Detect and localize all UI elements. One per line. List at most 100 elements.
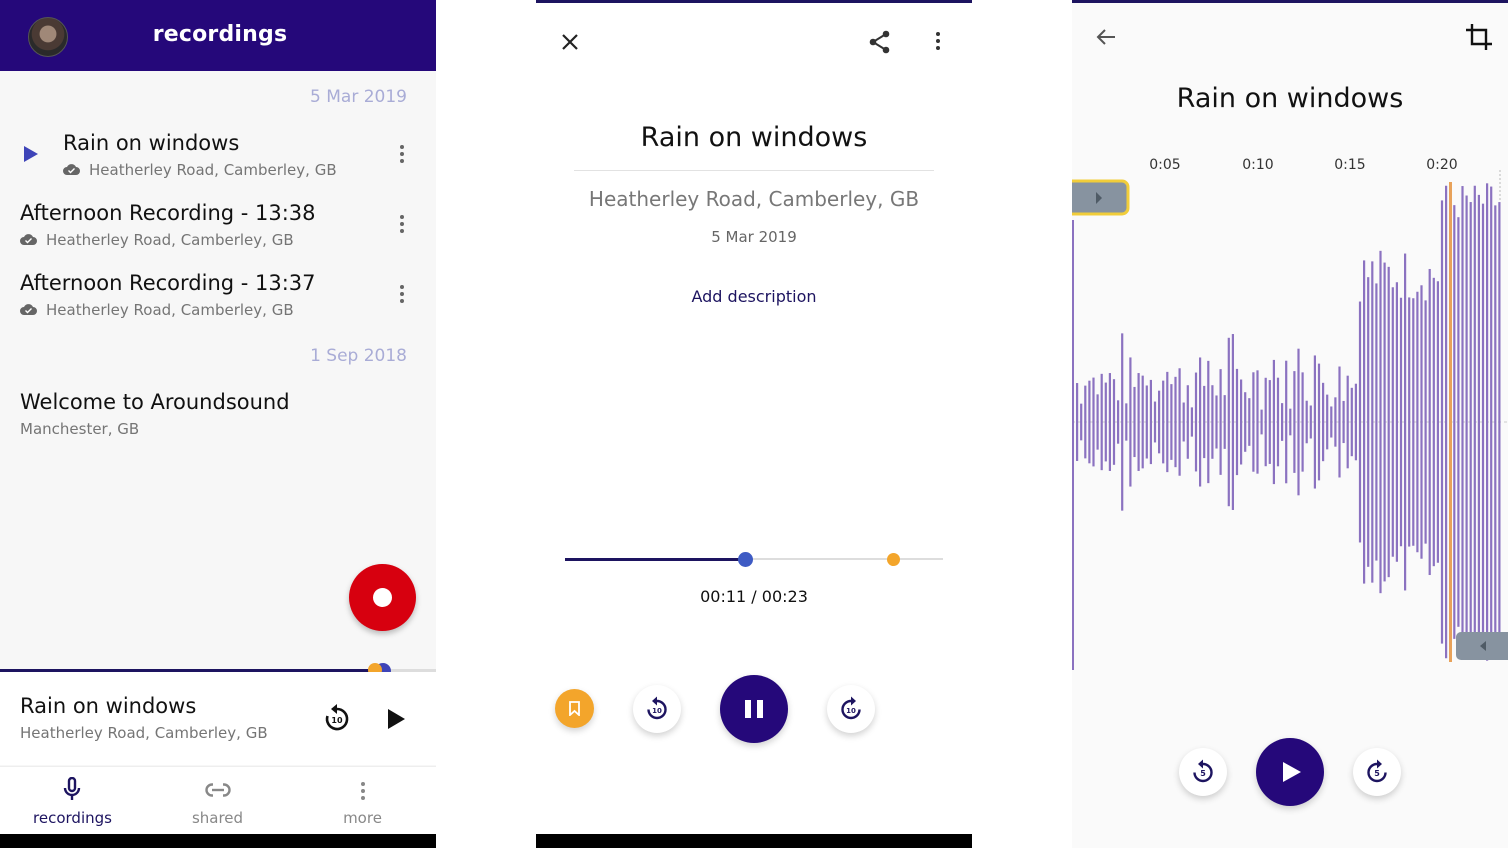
recording-date: 5 Mar 2019	[711, 228, 797, 246]
close-icon[interactable]	[561, 33, 579, 51]
waveform-bar	[1498, 202, 1501, 642]
waveform-bar	[1322, 382, 1325, 462]
waveform-bar	[1145, 385, 1148, 459]
add-description-link[interactable]: Add description	[536, 287, 972, 306]
waveform-bar	[1379, 250, 1382, 594]
back-arrow-icon[interactable]	[1096, 28, 1116, 46]
nav-shared[interactable]: shared	[145, 767, 290, 835]
more-vert-icon[interactable]	[399, 145, 405, 165]
rewind-button[interactable]: 10	[633, 685, 681, 733]
waveform-bar	[1313, 355, 1316, 489]
waveform[interactable]	[1072, 170, 1508, 670]
waveform-bar	[1317, 363, 1321, 481]
waveform-bar	[1293, 371, 1296, 473]
forward-button[interactable]: 10	[827, 685, 875, 733]
replay-10-icon: 10	[647, 696, 667, 720]
waveform-bar	[1404, 253, 1407, 591]
waveform-bar	[1203, 385, 1206, 459]
waveform-bar	[1469, 202, 1472, 642]
waveform-bar	[1256, 370, 1259, 474]
nav-recordings[interactable]: recordings	[0, 767, 145, 835]
recording-location: Heatherley Road, Camberley, GB	[46, 231, 294, 249]
waveform-bar	[1092, 377, 1095, 467]
seek-knob[interactable]	[738, 552, 754, 567]
waveform-bar	[1305, 400, 1308, 444]
waveform-bar	[1235, 368, 1239, 476]
record-icon	[373, 588, 392, 607]
waveform-bar	[1473, 185, 1476, 659]
waveform-bar	[1354, 383, 1357, 461]
waveform-bar	[1223, 395, 1226, 449]
bookmark-button[interactable]	[555, 689, 594, 728]
waveform-bar	[1186, 385, 1189, 459]
waveform-bar	[1227, 337, 1230, 507]
nav-more[interactable]: more	[290, 767, 435, 835]
waveform-bar	[1367, 277, 1370, 567]
waveform-bar	[1334, 397, 1337, 447]
waveform-bar	[1104, 382, 1107, 462]
recording-title: Rain on windows	[1176, 83, 1404, 114]
app-bar-title: recordings	[152, 22, 288, 47]
waveform-bar	[1158, 390, 1161, 454]
bookmark-marker[interactable]	[887, 553, 901, 566]
waveform-bar	[1174, 376, 1177, 468]
waveform-bar	[1207, 360, 1210, 484]
nav-label: shared	[191, 809, 244, 827]
nav-label: more	[343, 809, 382, 827]
waveform-bar	[1297, 348, 1300, 496]
waveform-bar	[1350, 387, 1353, 457]
trim-screen: Rain on windows 0:05 0:10 0:15 0:20 5 5	[1072, 0, 1508, 848]
waveform-bar	[1121, 333, 1124, 511]
recording-title: Afternoon Recording - 13:38	[20, 201, 316, 225]
mic-icon	[63, 777, 81, 800]
recording-title: Rain on windows	[640, 122, 868, 153]
system-nav-bar	[0, 834, 436, 848]
waveform-bar	[1276, 377, 1280, 467]
waveform-bar	[1178, 368, 1181, 476]
waveform-bar	[1129, 357, 1132, 487]
date-header: 5 Mar 2019	[310, 87, 407, 107]
waveform-bar	[1399, 297, 1403, 547]
waveform-bar	[1166, 371, 1169, 473]
replay-10-icon[interactable]: 10	[323, 702, 351, 732]
waveform-bar	[1494, 205, 1497, 639]
mini-player[interactable]: Rain on windows Heatherley Road, Camberl…	[0, 672, 436, 765]
forward-5-button[interactable]: 5	[1353, 748, 1401, 796]
waveform-bar	[1240, 379, 1243, 465]
waveform-bar	[1182, 402, 1185, 442]
record-button[interactable]	[349, 564, 416, 631]
pause-button[interactable]	[720, 675, 788, 743]
more-vert-icon[interactable]	[935, 32, 941, 52]
waveform-bar	[1375, 283, 1378, 561]
play-button[interactable]	[1256, 738, 1324, 806]
date-header: 1 Sep 2018	[310, 346, 407, 366]
share-icon[interactable]	[868, 30, 892, 54]
more-vert-icon[interactable]	[399, 285, 405, 305]
cloud-done-icon	[20, 304, 37, 315]
waveform-bar	[1481, 203, 1485, 641]
waveform-bar	[1412, 298, 1415, 546]
waveform-bar	[1117, 400, 1120, 444]
waveform-bar	[1084, 385, 1087, 459]
waveform-bar	[1268, 380, 1271, 464]
svg-text:10: 10	[331, 716, 343, 725]
more-vert-icon[interactable]	[399, 215, 405, 235]
waveform-bar	[1219, 369, 1222, 475]
waveform-bar	[1149, 379, 1152, 465]
svg-text:10: 10	[652, 707, 662, 715]
waveform-bar	[1215, 395, 1218, 449]
recording-location: Heatherley Road, Camberley, GB	[89, 161, 337, 179]
pause-icon	[745, 700, 751, 718]
waveform-bar	[1281, 403, 1284, 441]
waveform-bar	[1309, 405, 1312, 439]
status-bar-line	[1072, 0, 1508, 3]
seek-bar[interactable]	[565, 557, 943, 561]
rewind-5-button[interactable]: 5	[1179, 748, 1227, 796]
recording-location: Heatherley Road, Camberley, GB	[46, 301, 294, 319]
playhead	[1449, 182, 1452, 662]
play-icon[interactable]	[388, 709, 405, 729]
crop-icon[interactable]	[1465, 23, 1493, 51]
waveform-bar	[1125, 403, 1128, 441]
waveform-bar	[1457, 217, 1460, 627]
mini-player-location: Heatherley Road, Camberley, GB	[20, 724, 268, 742]
